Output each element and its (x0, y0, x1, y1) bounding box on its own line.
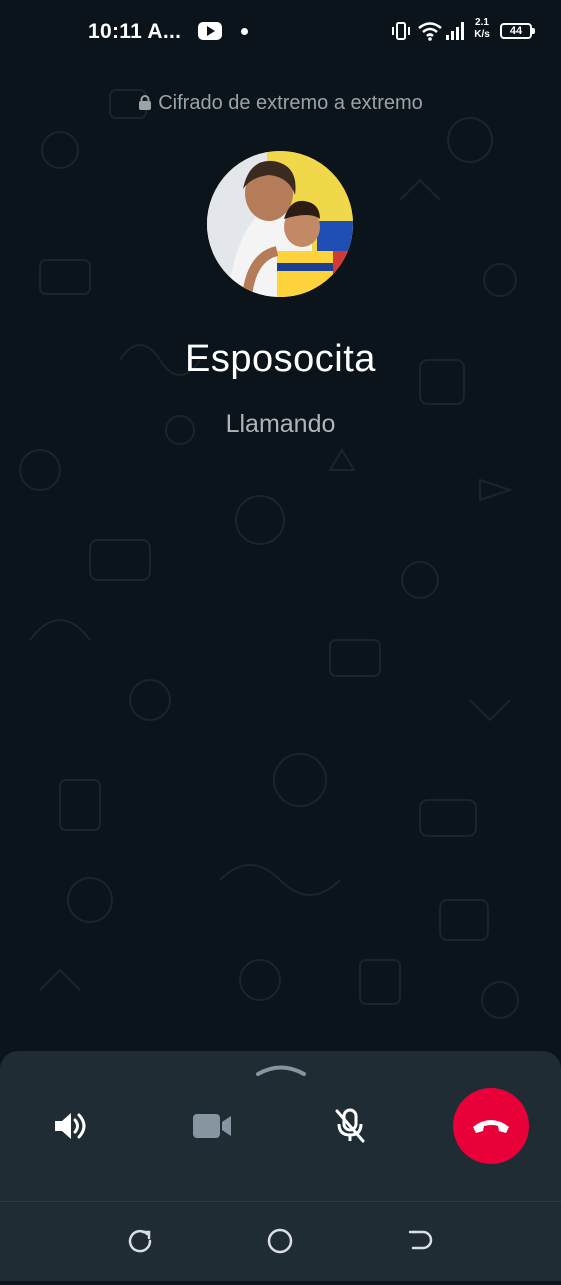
network-speed-unit: K/s (474, 29, 490, 40)
status-bar: 10:11 A... 2.1 K/s 44 (0, 0, 561, 64)
expand-handle-icon[interactable] (255, 1063, 307, 1077)
battery-icon: 44 (500, 23, 535, 39)
notification-dot (241, 28, 248, 35)
contact-name: Esposocita (185, 338, 376, 380)
youtube-icon (198, 22, 222, 40)
signal-icon (446, 22, 464, 40)
wifi-icon (418, 22, 442, 41)
network-speed: 2.1 K/s (470, 17, 494, 41)
contact-avatar[interactable] (207, 151, 353, 297)
call-status: Llamando (225, 410, 336, 438)
encryption-notice: Cifrado de extremo a extremo (0, 92, 561, 115)
back-icon[interactable] (407, 1228, 433, 1254)
network-speed-value: 2.1 (475, 17, 489, 28)
speaker-icon (55, 1113, 86, 1139)
mute-button[interactable] (324, 1100, 376, 1152)
home-icon[interactable] (267, 1228, 293, 1254)
mute-icon (335, 1108, 365, 1143)
battery-level: 44 (509, 25, 523, 37)
encryption-text: Cifrado de extremo a extremo (158, 92, 423, 114)
end-call-button[interactable] (453, 1088, 529, 1164)
video-icon (193, 1114, 231, 1138)
end-call-icon (473, 1120, 509, 1133)
lock-icon (139, 95, 152, 110)
video-button[interactable] (186, 1100, 238, 1152)
avatar-photo (207, 151, 353, 297)
speaker-button[interactable] (44, 1100, 96, 1152)
status-time: 10:11 A... (88, 20, 182, 43)
recents-icon[interactable] (127, 1228, 153, 1254)
vibrate-icon (392, 22, 410, 40)
